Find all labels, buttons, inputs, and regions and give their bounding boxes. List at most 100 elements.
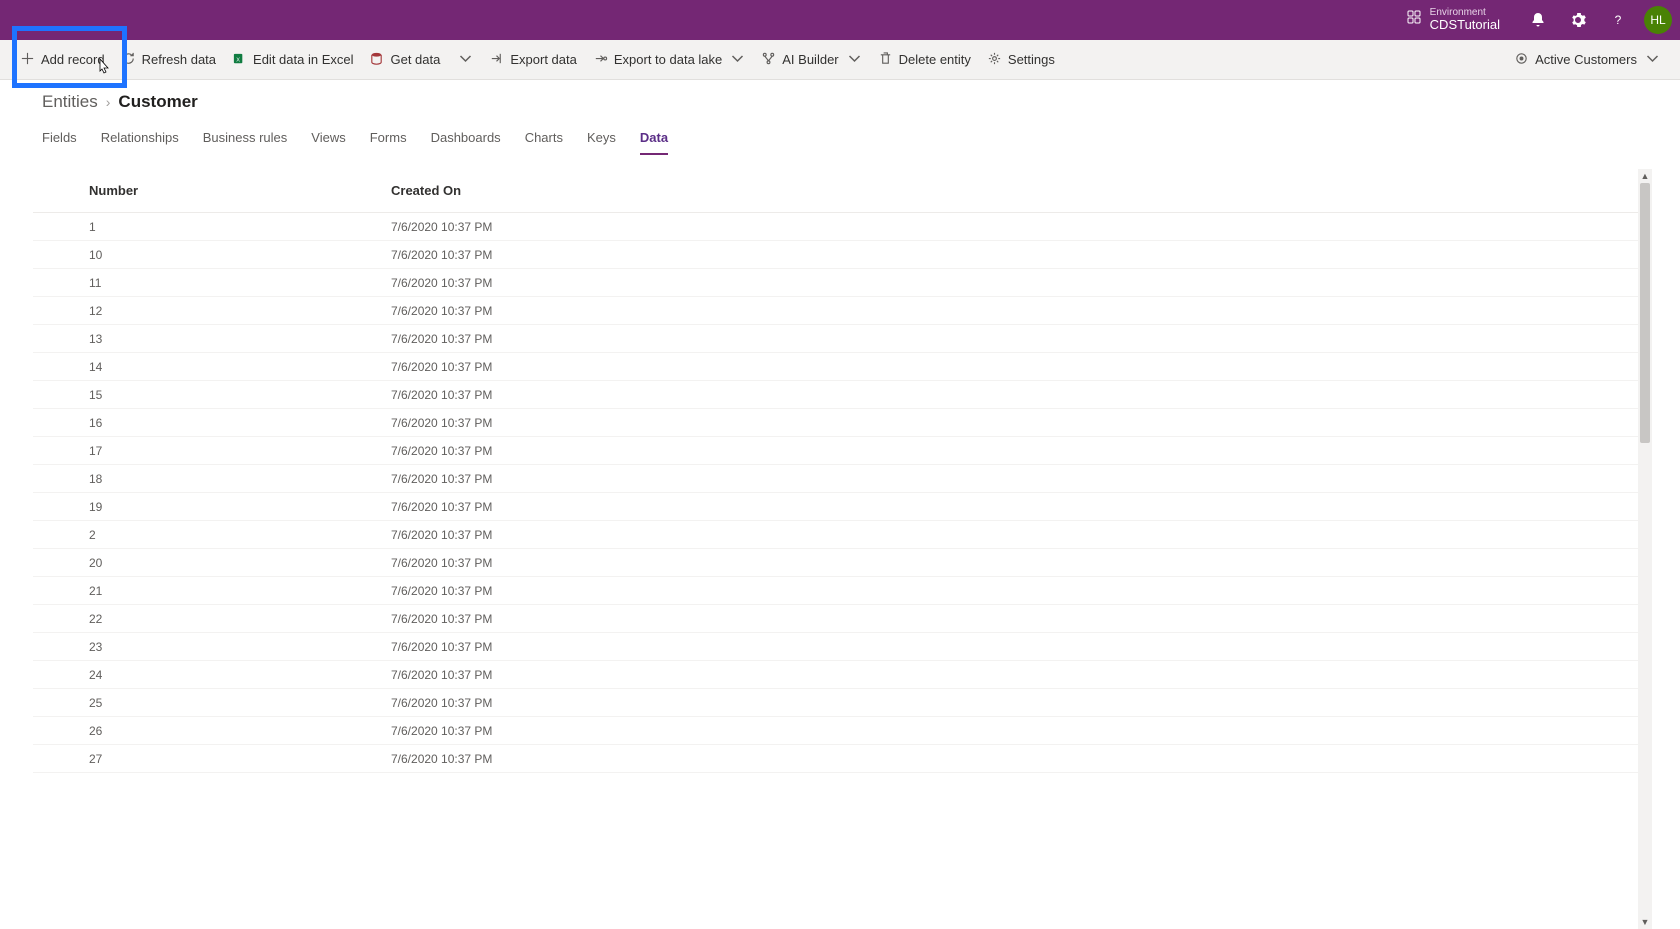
cell-created: 7/6/2020 10:37 PM	[391, 584, 1640, 598]
cell-created: 7/6/2020 10:37 PM	[391, 696, 1640, 710]
cell-created: 7/6/2020 10:37 PM	[391, 220, 1640, 234]
col-header-number[interactable]: Number	[33, 183, 391, 198]
scroll-down-arrow-icon[interactable]: ▼	[1638, 915, 1652, 929]
cell-created: 7/6/2020 10:37 PM	[391, 500, 1640, 514]
table-row[interactable]: 247/6/2020 10:37 PM	[33, 661, 1640, 689]
cmd-label: Export data	[510, 52, 577, 67]
cell-created: 7/6/2020 10:37 PM	[391, 444, 1640, 458]
data-table: Number Created On 17/6/2020 10:37 PM107/…	[33, 168, 1652, 929]
table-row[interactable]: 177/6/2020 10:37 PM	[33, 437, 1640, 465]
export-data-lake-button[interactable]: Export to data lake	[585, 44, 753, 76]
ai-builder-button[interactable]: AI Builder	[753, 44, 869, 76]
refresh-data-button[interactable]: Refresh data	[113, 44, 224, 76]
entity-tabs: Fields Relationships Business rules View…	[0, 116, 1680, 155]
trash-icon	[878, 51, 893, 69]
view-icon	[1514, 51, 1529, 69]
cell-number: 25	[33, 696, 391, 710]
chevron-down-icon	[730, 51, 745, 69]
ai-icon	[761, 51, 776, 69]
cell-number: 12	[33, 304, 391, 318]
edit-in-excel-button[interactable]: X Edit data in Excel	[224, 44, 361, 76]
environment-selector[interactable]: Environment CDSTutorial	[1406, 7, 1500, 32]
datalake-icon	[593, 51, 608, 69]
table-row[interactable]: 187/6/2020 10:37 PM	[33, 465, 1640, 493]
table-row[interactable]: 157/6/2020 10:37 PM	[33, 381, 1640, 409]
cell-number: 21	[33, 584, 391, 598]
breadcrumb: Entities › Customer	[0, 80, 1680, 116]
table-row[interactable]: 227/6/2020 10:37 PM	[33, 605, 1640, 633]
cell-number: 16	[33, 416, 391, 430]
tab-fields[interactable]: Fields	[42, 124, 77, 155]
cell-created: 7/6/2020 10:37 PM	[391, 388, 1640, 402]
chevron-right-icon: ›	[106, 94, 111, 110]
cell-created: 7/6/2020 10:37 PM	[391, 472, 1640, 486]
table-row[interactable]: 107/6/2020 10:37 PM	[33, 241, 1640, 269]
cell-created: 7/6/2020 10:37 PM	[391, 752, 1640, 766]
svg-text:X: X	[236, 57, 240, 63]
table-row[interactable]: 137/6/2020 10:37 PM	[33, 325, 1640, 353]
cell-created: 7/6/2020 10:37 PM	[391, 416, 1640, 430]
table-row[interactable]: 217/6/2020 10:37 PM	[33, 577, 1640, 605]
cmd-label: Settings	[1008, 52, 1055, 67]
cell-created: 7/6/2020 10:37 PM	[391, 528, 1640, 542]
cell-number: 15	[33, 388, 391, 402]
tab-charts[interactable]: Charts	[525, 124, 563, 155]
top-app-bar: Environment CDSTutorial ? HL	[0, 0, 1680, 40]
cell-created: 7/6/2020 10:37 PM	[391, 724, 1640, 738]
get-data-button[interactable]: Get data	[361, 44, 448, 76]
table-row[interactable]: 267/6/2020 10:37 PM	[33, 717, 1640, 745]
tab-views[interactable]: Views	[311, 124, 345, 155]
export-data-button[interactable]: Export data	[481, 44, 585, 76]
table-row[interactable]: 207/6/2020 10:37 PM	[33, 549, 1640, 577]
cell-number: 2	[33, 528, 391, 542]
table-row[interactable]: 147/6/2020 10:37 PM	[33, 353, 1640, 381]
settings-button[interactable]	[1560, 2, 1596, 38]
settings-entity-button[interactable]: Settings	[979, 44, 1063, 76]
cell-number: 19	[33, 500, 391, 514]
table-row[interactable]: 277/6/2020 10:37 PM	[33, 745, 1640, 773]
tab-relationships[interactable]: Relationships	[101, 124, 179, 155]
avatar-initials: HL	[1650, 13, 1665, 27]
scroll-up-arrow-icon[interactable]: ▲	[1638, 169, 1652, 183]
tab-keys[interactable]: Keys	[587, 124, 616, 155]
database-icon	[369, 51, 384, 69]
table-row[interactable]: 27/6/2020 10:37 PM	[33, 521, 1640, 549]
notifications-button[interactable]	[1520, 2, 1556, 38]
table-row[interactable]: 127/6/2020 10:37 PM	[33, 297, 1640, 325]
cell-number: 18	[33, 472, 391, 486]
table-row[interactable]: 117/6/2020 10:37 PM	[33, 269, 1640, 297]
tab-data[interactable]: Data	[640, 124, 668, 155]
help-button[interactable]: ?	[1600, 2, 1636, 38]
delete-entity-button[interactable]: Delete entity	[870, 44, 979, 76]
table-row[interactable]: 237/6/2020 10:37 PM	[33, 633, 1640, 661]
breadcrumb-current: Customer	[118, 92, 197, 112]
table-row[interactable]: 17/6/2020 10:37 PM	[33, 213, 1640, 241]
tab-forms[interactable]: Forms	[370, 124, 407, 155]
cell-created: 7/6/2020 10:37 PM	[391, 360, 1640, 374]
vertical-scrollbar[interactable]: ▲ ▼	[1638, 169, 1652, 929]
tab-dashboards[interactable]: Dashboards	[431, 124, 501, 155]
gear-icon	[987, 51, 1002, 69]
view-selector[interactable]: Active Customers	[1506, 44, 1668, 76]
cmd-label: Active Customers	[1535, 52, 1637, 67]
table-row[interactable]: 197/6/2020 10:37 PM	[33, 493, 1640, 521]
table-row[interactable]: 167/6/2020 10:37 PM	[33, 409, 1640, 437]
cell-number: 10	[33, 248, 391, 262]
tab-business-rules[interactable]: Business rules	[203, 124, 288, 155]
cell-number: 1	[33, 220, 391, 234]
cell-created: 7/6/2020 10:37 PM	[391, 640, 1640, 654]
get-data-dropdown[interactable]	[450, 44, 481, 76]
user-avatar[interactable]: HL	[1644, 6, 1672, 34]
breadcrumb-parent[interactable]: Entities	[42, 92, 98, 112]
cmd-label: Refresh data	[142, 52, 216, 67]
cell-number: 24	[33, 668, 391, 682]
cell-number: 11	[33, 276, 391, 290]
command-bar: Add record Refresh data X Edit data in E…	[0, 40, 1680, 80]
table-body[interactable]: 17/6/2020 10:37 PM107/6/2020 10:37 PM117…	[33, 213, 1640, 929]
col-header-created[interactable]: Created On	[391, 183, 1652, 198]
refresh-icon	[121, 51, 136, 69]
scroll-thumb[interactable]	[1640, 183, 1650, 443]
cell-created: 7/6/2020 10:37 PM	[391, 668, 1640, 682]
table-row[interactable]: 257/6/2020 10:37 PM	[33, 689, 1640, 717]
cell-number: 13	[33, 332, 391, 346]
